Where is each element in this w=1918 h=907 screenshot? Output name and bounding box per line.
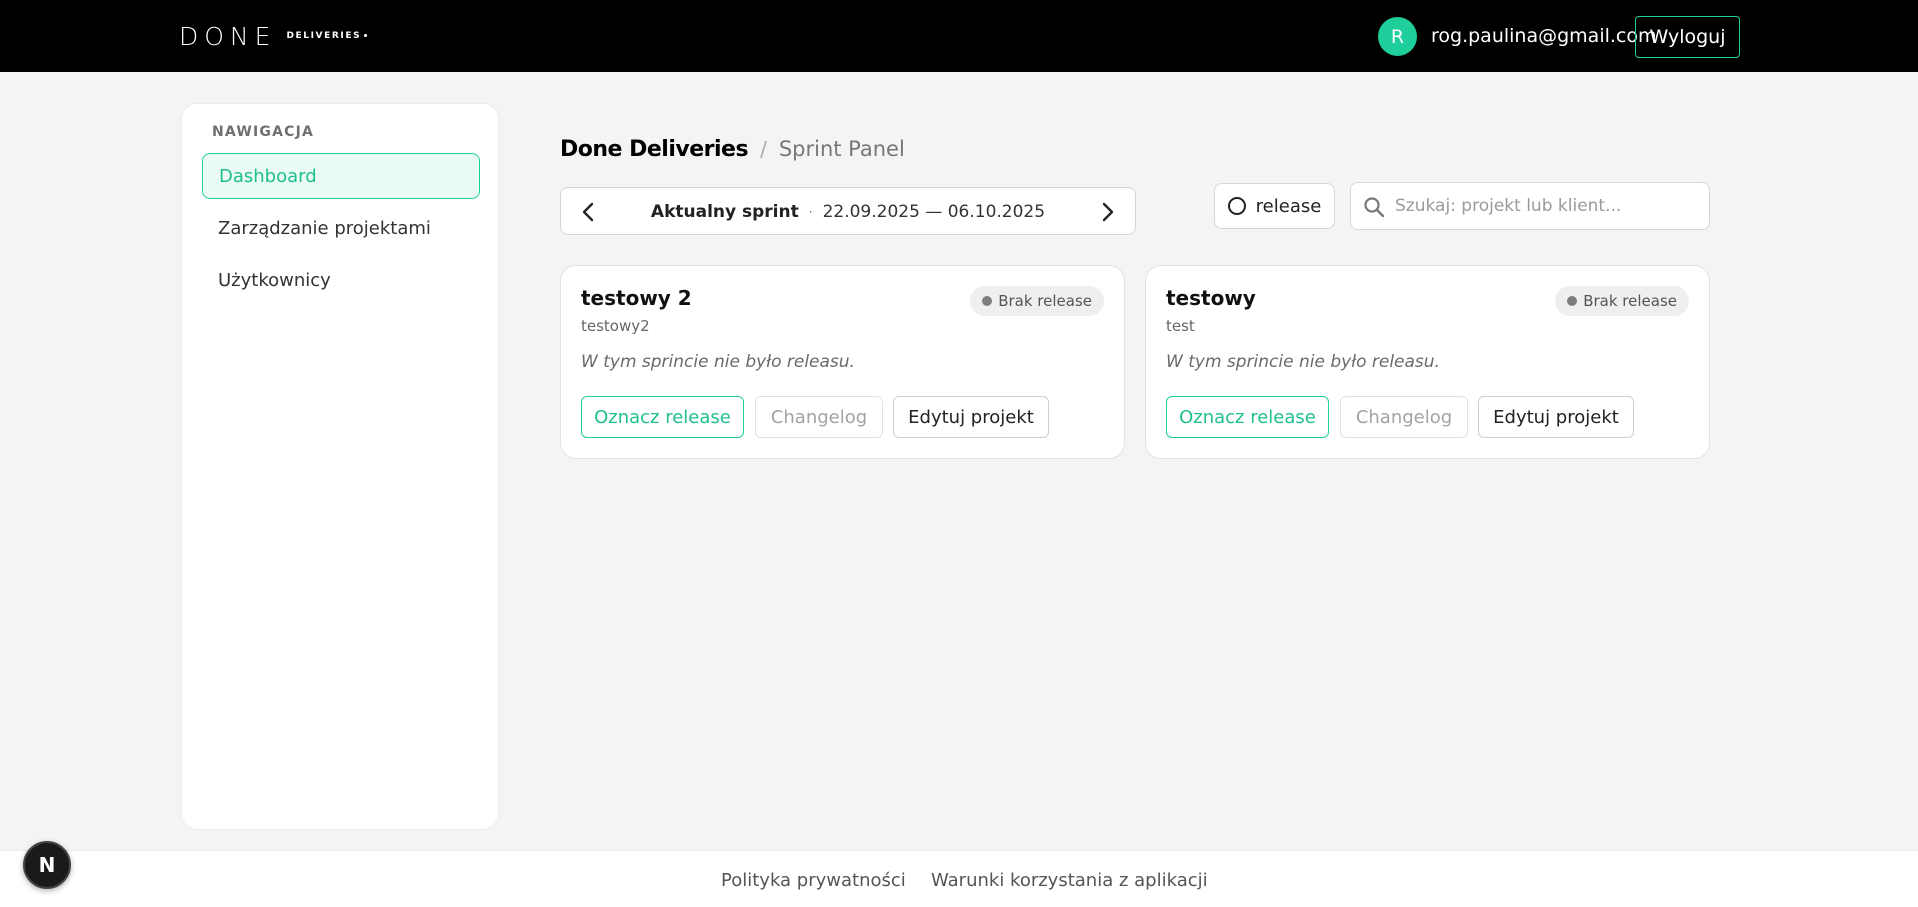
terms-link[interactable]: Warunki korzystania z aplikacji [931,870,1208,891]
sidebar-item-dashboard[interactable]: Dashboard [202,153,480,199]
status-dot-icon [982,296,993,306]
sidebar: NAWIGACJA Dashboard Zarządzanie projekta… [181,103,499,830]
status-badge: Brak release [970,286,1104,316]
privacy-policy-link[interactable]: Polityka prywatności [721,870,906,891]
sprint-separator: · [808,205,813,219]
edit-project-button[interactable]: Edytuj projekt [1478,396,1634,438]
sprint-name: Aktualny sprint [650,202,799,222]
top-bar: DONE DELIVERIES R rog.paulina@gmail.com … [0,0,1918,72]
sidebar-item-projects[interactable]: Zarządzanie projektami [202,205,480,251]
sprint-navigator: Aktualny sprint · 22.09.2025 — 06.10.202… [560,187,1136,235]
sprint-date-range: 22.09.2025 — 06.10.2025 [822,202,1046,222]
sidebar-item-label: Użytkownicy [218,269,331,291]
mark-release-button[interactable]: Oznacz release [581,396,744,438]
status-dot-icon [1567,296,1578,306]
sidebar-item-label: Dashboard [219,165,317,187]
release-filter-label: release [1255,195,1322,217]
logo-wordmark: DONE [179,21,277,51]
project-client: test [1166,317,1195,335]
project-client: testowy2 [581,317,650,335]
project-note: W tym sprincie nie było releasu. [581,352,855,372]
footer: Polityka prywatności Warunki korzystania… [0,850,1918,907]
logo-subtitle: DELIVERIES [286,31,368,41]
mark-release-button[interactable]: Oznacz release [1166,396,1329,438]
edit-project-button[interactable]: Edytuj projekt [893,396,1049,438]
chevron-right-icon[interactable] [1093,197,1123,227]
project-name: testowy 2 [581,286,692,310]
logout-button[interactable]: Wyloguj [1635,16,1740,58]
status-badge-label: Brak release [1583,292,1677,310]
user-email: rog.paulina@gmail.com [1431,25,1657,47]
avatar[interactable]: R [1378,17,1417,56]
project-card: testowy test Brak release W tym sprincie… [1145,265,1710,459]
changelog-button[interactable]: Changelog [1340,396,1468,438]
search-box [1350,182,1710,230]
project-name: testowy [1166,286,1256,310]
sprint-label: Aktualny sprint · 22.09.2025 — 06.10.202… [561,188,1135,236]
chevron-left-icon[interactable] [573,197,603,227]
breadcrumb: Done Deliveries / Sprint Panel [560,134,905,164]
logo[interactable]: DONE DELIVERIES [179,21,368,51]
circle-icon [1227,197,1246,215]
release-filter-toggle[interactable]: release [1214,183,1335,229]
project-note: W tym sprincie nie było releasu. [1166,352,1440,372]
sidebar-title: NAWIGACJA [212,124,315,140]
breadcrumb-separator: / [760,137,767,161]
sidebar-item-users[interactable]: Użytkownicy [202,257,480,303]
status-badge: Brak release [1555,286,1689,316]
breadcrumb-root[interactable]: Done Deliveries [560,137,749,162]
search-input[interactable] [1395,191,1695,221]
status-badge-label: Brak release [998,292,1092,310]
dev-tools-badge[interactable]: N [23,841,71,889]
project-card: testowy 2 testowy2 Brak release W tym sp… [560,265,1125,459]
search-icon [1363,196,1385,218]
sidebar-item-label: Zarządzanie projektami [218,217,431,239]
changelog-button[interactable]: Changelog [755,396,883,438]
breadcrumb-current: Sprint Panel [778,137,905,161]
